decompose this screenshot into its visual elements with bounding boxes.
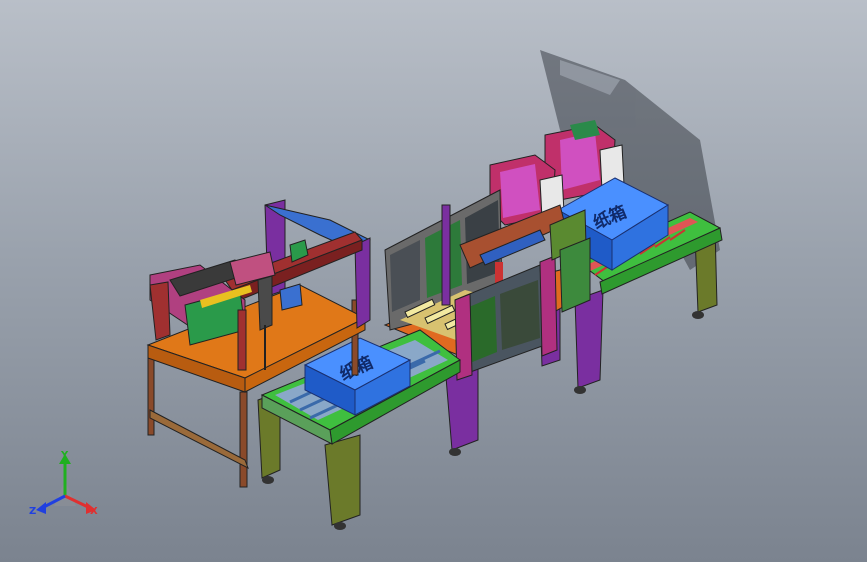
z-axis-label: Z — [29, 506, 37, 517]
x-axis-label: X — [90, 506, 98, 517]
assembly-model[interactable]: 纸箱 — [0, 0, 867, 562]
y-axis-label: Y — [61, 450, 69, 461]
z-axis-arrow — [36, 502, 46, 514]
cad-viewport[interactable]: 纸箱 Y X Z — [0, 0, 867, 562]
